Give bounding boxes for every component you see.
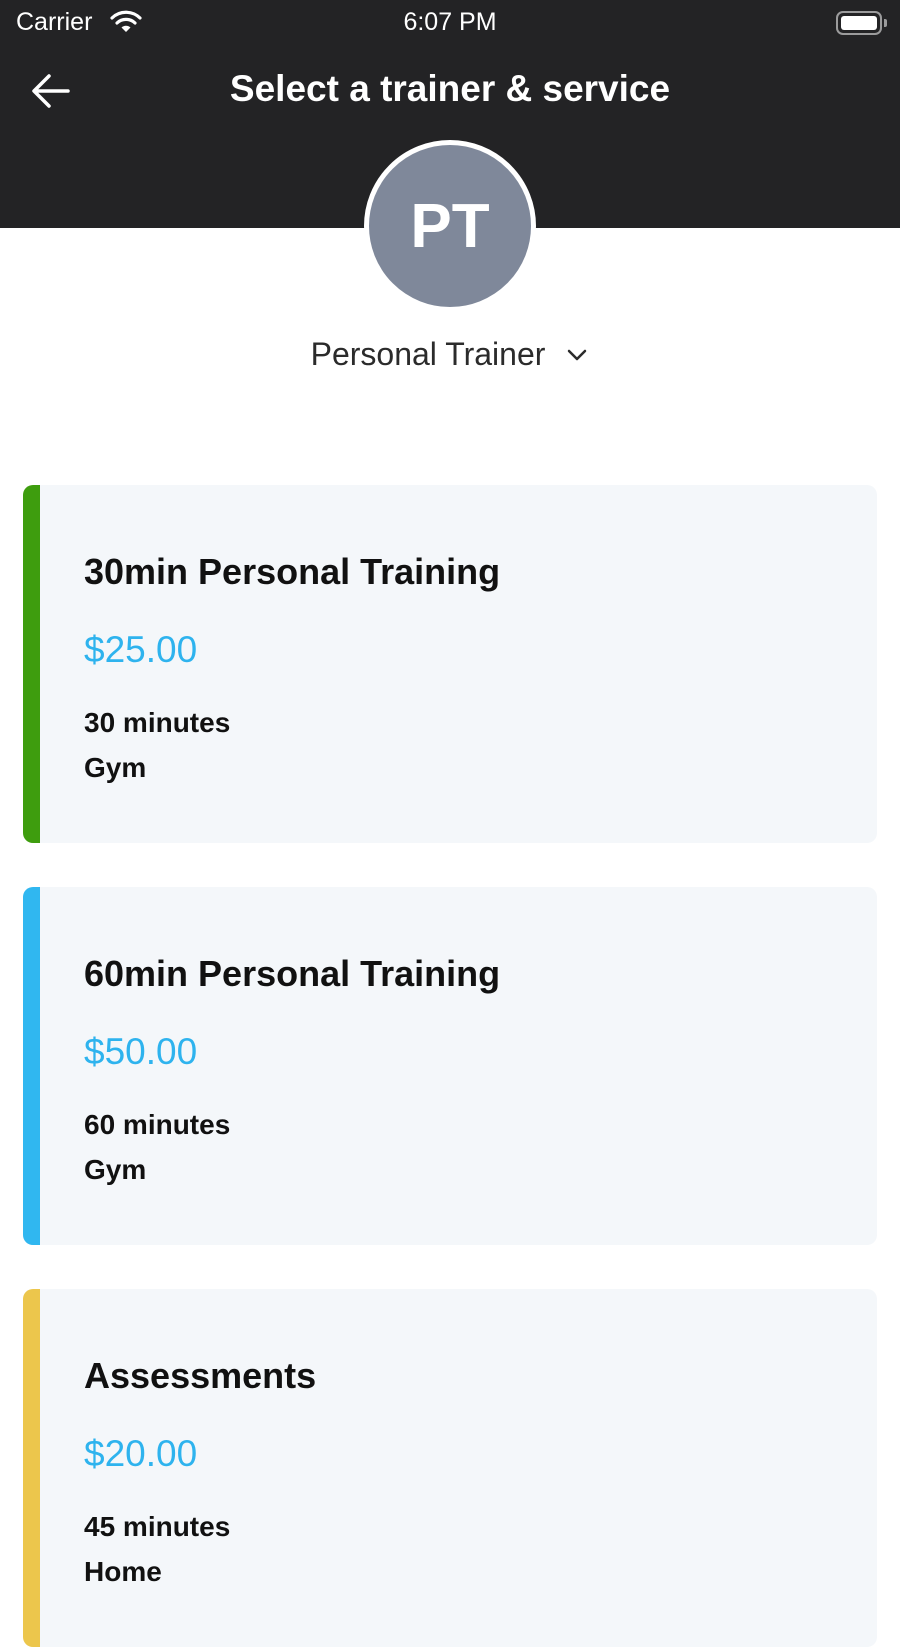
service-price: $20.00	[84, 1433, 198, 1474]
service-price: $50.00	[84, 1031, 198, 1072]
card-accent-bar	[23, 485, 40, 843]
service-location: Gym	[84, 1154, 147, 1185]
service-price: $25.00	[84, 629, 198, 670]
trainer-name: Personal Trainer	[310, 336, 546, 372]
service-duration: 30 minutes	[84, 707, 231, 738]
trainer-avatar: PT	[364, 140, 536, 312]
service-card-assessments[interactable]: Assessments $20.00 45 minutes Home	[23, 1289, 877, 1647]
status-time: 6:07 PM	[403, 8, 497, 36]
service-location: Gym	[84, 752, 147, 783]
service-card-60min[interactable]: 60min Personal Training $50.00 60 minute…	[23, 887, 877, 1245]
trainer-selector[interactable]: Personal Trainer	[0, 336, 900, 373]
battery-icon	[836, 11, 887, 35]
service-title: 30min Personal Training	[84, 551, 501, 592]
service-title: 60min Personal Training	[84, 953, 501, 994]
page-title: Select a trainer & service	[229, 68, 671, 109]
chevron-down-icon	[568, 349, 587, 360]
service-duration: 45 minutes	[84, 1511, 231, 1542]
service-duration: 60 minutes	[84, 1109, 231, 1140]
service-location: Home	[84, 1556, 162, 1587]
service-card-30min[interactable]: 30min Personal Training $25.00 30 minute…	[23, 485, 877, 843]
service-title: Assessments	[84, 1355, 317, 1396]
status-bar: Carrier 6:07 PM	[0, 0, 900, 50]
card-accent-bar	[23, 1289, 40, 1647]
card-accent-bar	[23, 887, 40, 1245]
